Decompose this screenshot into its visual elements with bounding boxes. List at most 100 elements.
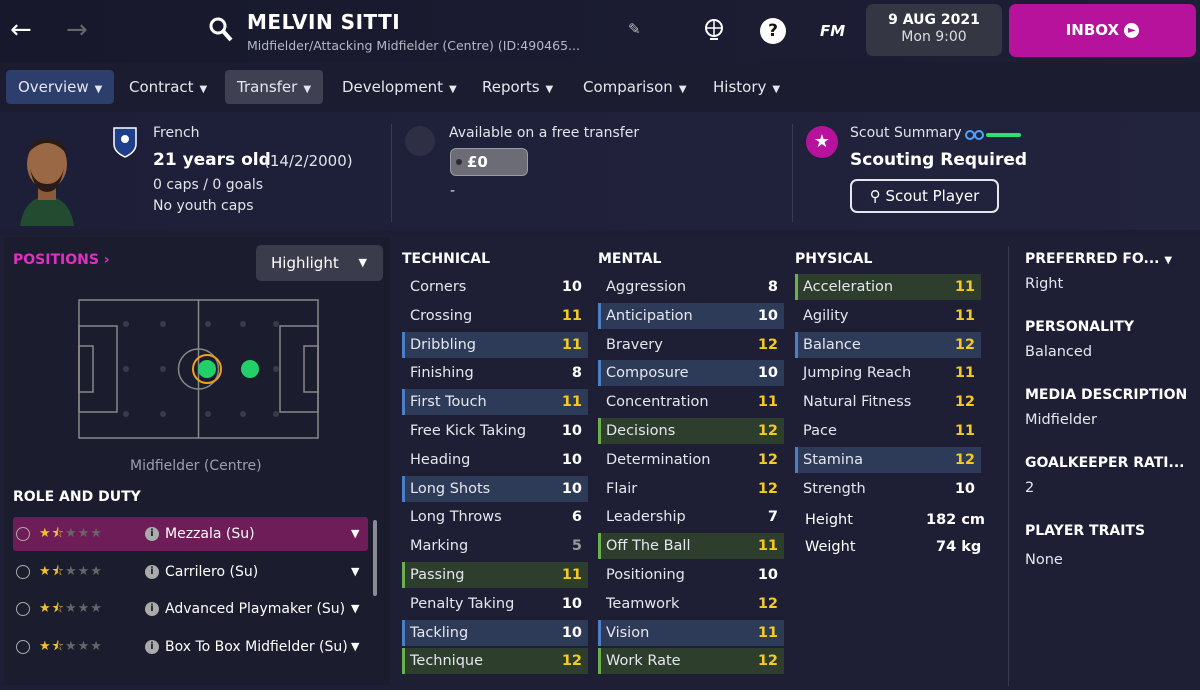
inbox-button[interactable]: INBOX ► [1009,4,1196,57]
attribute-row[interactable]: Balance 12 [795,331,981,358]
radio-button[interactable] [16,602,30,616]
attribute-row[interactable]: Off The Ball 11 [598,533,784,560]
attribute-row[interactable]: Stamina 12 [795,446,981,473]
rating-stars-icon: ★⯪★★★ [39,639,103,654]
attribute-value: 10 [757,567,778,583]
attribute-name: Passing [410,567,465,583]
media-description-label: MEDIA DESCRIPTION [1025,387,1188,403]
chevron-down-icon: ▼ [1164,255,1173,266]
attribute-row[interactable]: Leadership 7 [598,504,784,530]
attribute-row[interactable]: Concentration 11 [598,389,784,415]
chevron-down-icon[interactable]: ▼ [351,555,359,589]
tab-contract[interactable]: Contract ▼ [117,70,219,104]
attribute-row[interactable]: Marking 5 [402,533,588,559]
mental-heading: MENTAL [598,251,662,267]
attribute-row[interactable]: Long Shots 10 [402,475,588,502]
attribute-row[interactable]: Work Rate 12 [598,648,784,675]
radio-button[interactable] [16,640,30,654]
info-icon[interactable]: i [145,565,159,579]
chevron-down-icon[interactable]: ▼ [351,630,359,664]
back-arrow-icon[interactable]: ← [10,14,32,46]
technical-heading: TECHNICAL [402,251,491,267]
attribute-value: 11 [561,307,582,324]
attribute-row[interactable]: Long Throws 6 [402,504,588,530]
attribute-row[interactable]: Jumping Reach 11 [795,360,981,386]
attribute-name: Teamwork [606,595,680,612]
role-item[interactable]: ★⯪★★★ i Box To Box Midfielder (Su) ▼ [13,630,368,664]
edit-pencil-icon[interactable]: ✎ [628,20,641,38]
chevron-down-icon[interactable]: ▼ [351,517,359,551]
attribute-row[interactable]: Crossing 11 [402,303,588,329]
attribute-value: 7 [767,509,778,526]
attribute-row[interactable]: Aggression 8 [598,274,784,300]
attribute-row[interactable]: Agility 11 [795,303,981,329]
attribute-row[interactable]: Acceleration 11 [795,274,981,300]
attribute-row[interactable]: Heading 10 [402,447,588,473]
attribute-row[interactable]: First Touch 11 [402,389,588,416]
help-icon[interactable]: ? [760,18,786,44]
info-icon[interactable]: i [145,527,159,541]
role-item[interactable]: ★⯪★★★ i Mezzala (Su) ▼ [13,517,368,551]
positions-link[interactable]: POSITIONS › [13,252,110,268]
attribute-row[interactable]: Bravery 12 [598,332,784,358]
radio-button[interactable] [16,527,30,541]
preferred-foot-value: Right [1025,276,1064,292]
globe-icon[interactable] [702,17,726,41]
attribute-row[interactable]: Free Kick Taking 10 [402,418,588,444]
attribute-row[interactable]: Corners 10 [402,274,588,300]
attribute-row[interactable]: Flair 12 [598,476,784,502]
attribute-row[interactable]: Dribbling 11 [402,331,588,358]
attribute-row[interactable]: Vision 11 [598,619,784,646]
youth-caps: No youth caps [153,198,254,214]
attribute-row[interactable]: Pace 11 [795,418,981,444]
personality-label: PERSONALITY [1025,319,1134,335]
attribute-name: Decisions [606,423,676,439]
attribute-value: 11 [757,538,778,555]
tab-history[interactable]: History ▼ [701,70,792,104]
attribute-row[interactable]: Tackling 10 [402,619,588,646]
date-box[interactable]: 9 AUG 2021 Mon 9:00 [866,4,1002,56]
attribute-name: Determination [606,451,711,468]
attribute-row[interactable]: Penalty Taking 10 [402,591,588,617]
scrollbar[interactable] [373,520,377,596]
attribute-row[interactable]: Teamwork 12 [598,591,784,617]
info-icon[interactable]: i [145,640,159,654]
attribute-name: Long Throws [410,509,502,526]
attribute-row[interactable]: Determination 12 [598,447,784,473]
radio-button[interactable] [16,565,30,579]
weight-label: Weight [805,539,856,555]
attribute-value: 11 [954,307,975,324]
tab-overview[interactable]: Overview ▼ [6,70,115,104]
highlight-dropdown[interactable]: Highlight ▼ [256,245,383,281]
attribute-name: First Touch [410,394,487,411]
nationality: French [153,125,200,141]
fm-logo[interactable]: FM [820,22,845,40]
attribute-row[interactable]: Decisions 12 [598,418,784,444]
attribute-row[interactable]: Finishing 8 [402,360,588,386]
attribute-value: 11 [757,624,778,641]
attribute-row[interactable]: Natural Fitness 12 [795,389,981,415]
tab-development[interactable]: Development ▼ [330,70,469,104]
attribute-value: 11 [954,423,975,439]
attribute-row[interactable]: Passing 11 [402,562,588,588]
info-icon[interactable]: i [145,602,159,616]
attribute-name: Stamina [803,451,864,468]
attribute-row[interactable]: Positioning 10 [598,562,784,588]
attribute-row[interactable]: Anticipation 10 [598,302,784,329]
attribute-row[interactable]: Technique 12 [402,648,588,675]
attribute-name: Agility [803,307,849,324]
scout-player-button[interactable]: ⚲ Scout Player [850,179,999,213]
attribute-value: 11 [561,567,582,583]
attribute-row[interactable]: Strength 10 [795,476,981,502]
preferred-foot-label[interactable]: PREFERRED FO... ▼ [1025,251,1172,267]
tab-reports[interactable]: Reports ▼ [470,70,565,104]
tab-comparison[interactable]: Comparison ▼ [571,70,699,104]
tab-transfer[interactable]: Transfer ▼ [225,70,324,104]
search-icon[interactable] [208,16,234,44]
role-item[interactable]: ★⯪★★★ i Carrilero (Su) ▼ [13,555,368,589]
forward-arrow-icon[interactable]: → [66,14,88,46]
chevron-down-icon[interactable]: ▼ [351,592,359,626]
attribute-row[interactable]: Composure 10 [598,360,784,387]
role-item[interactable]: ★⯪★★★ i Advanced Playmaker (Su) ▼ [13,592,368,626]
binoculars-icon [965,130,1021,140]
